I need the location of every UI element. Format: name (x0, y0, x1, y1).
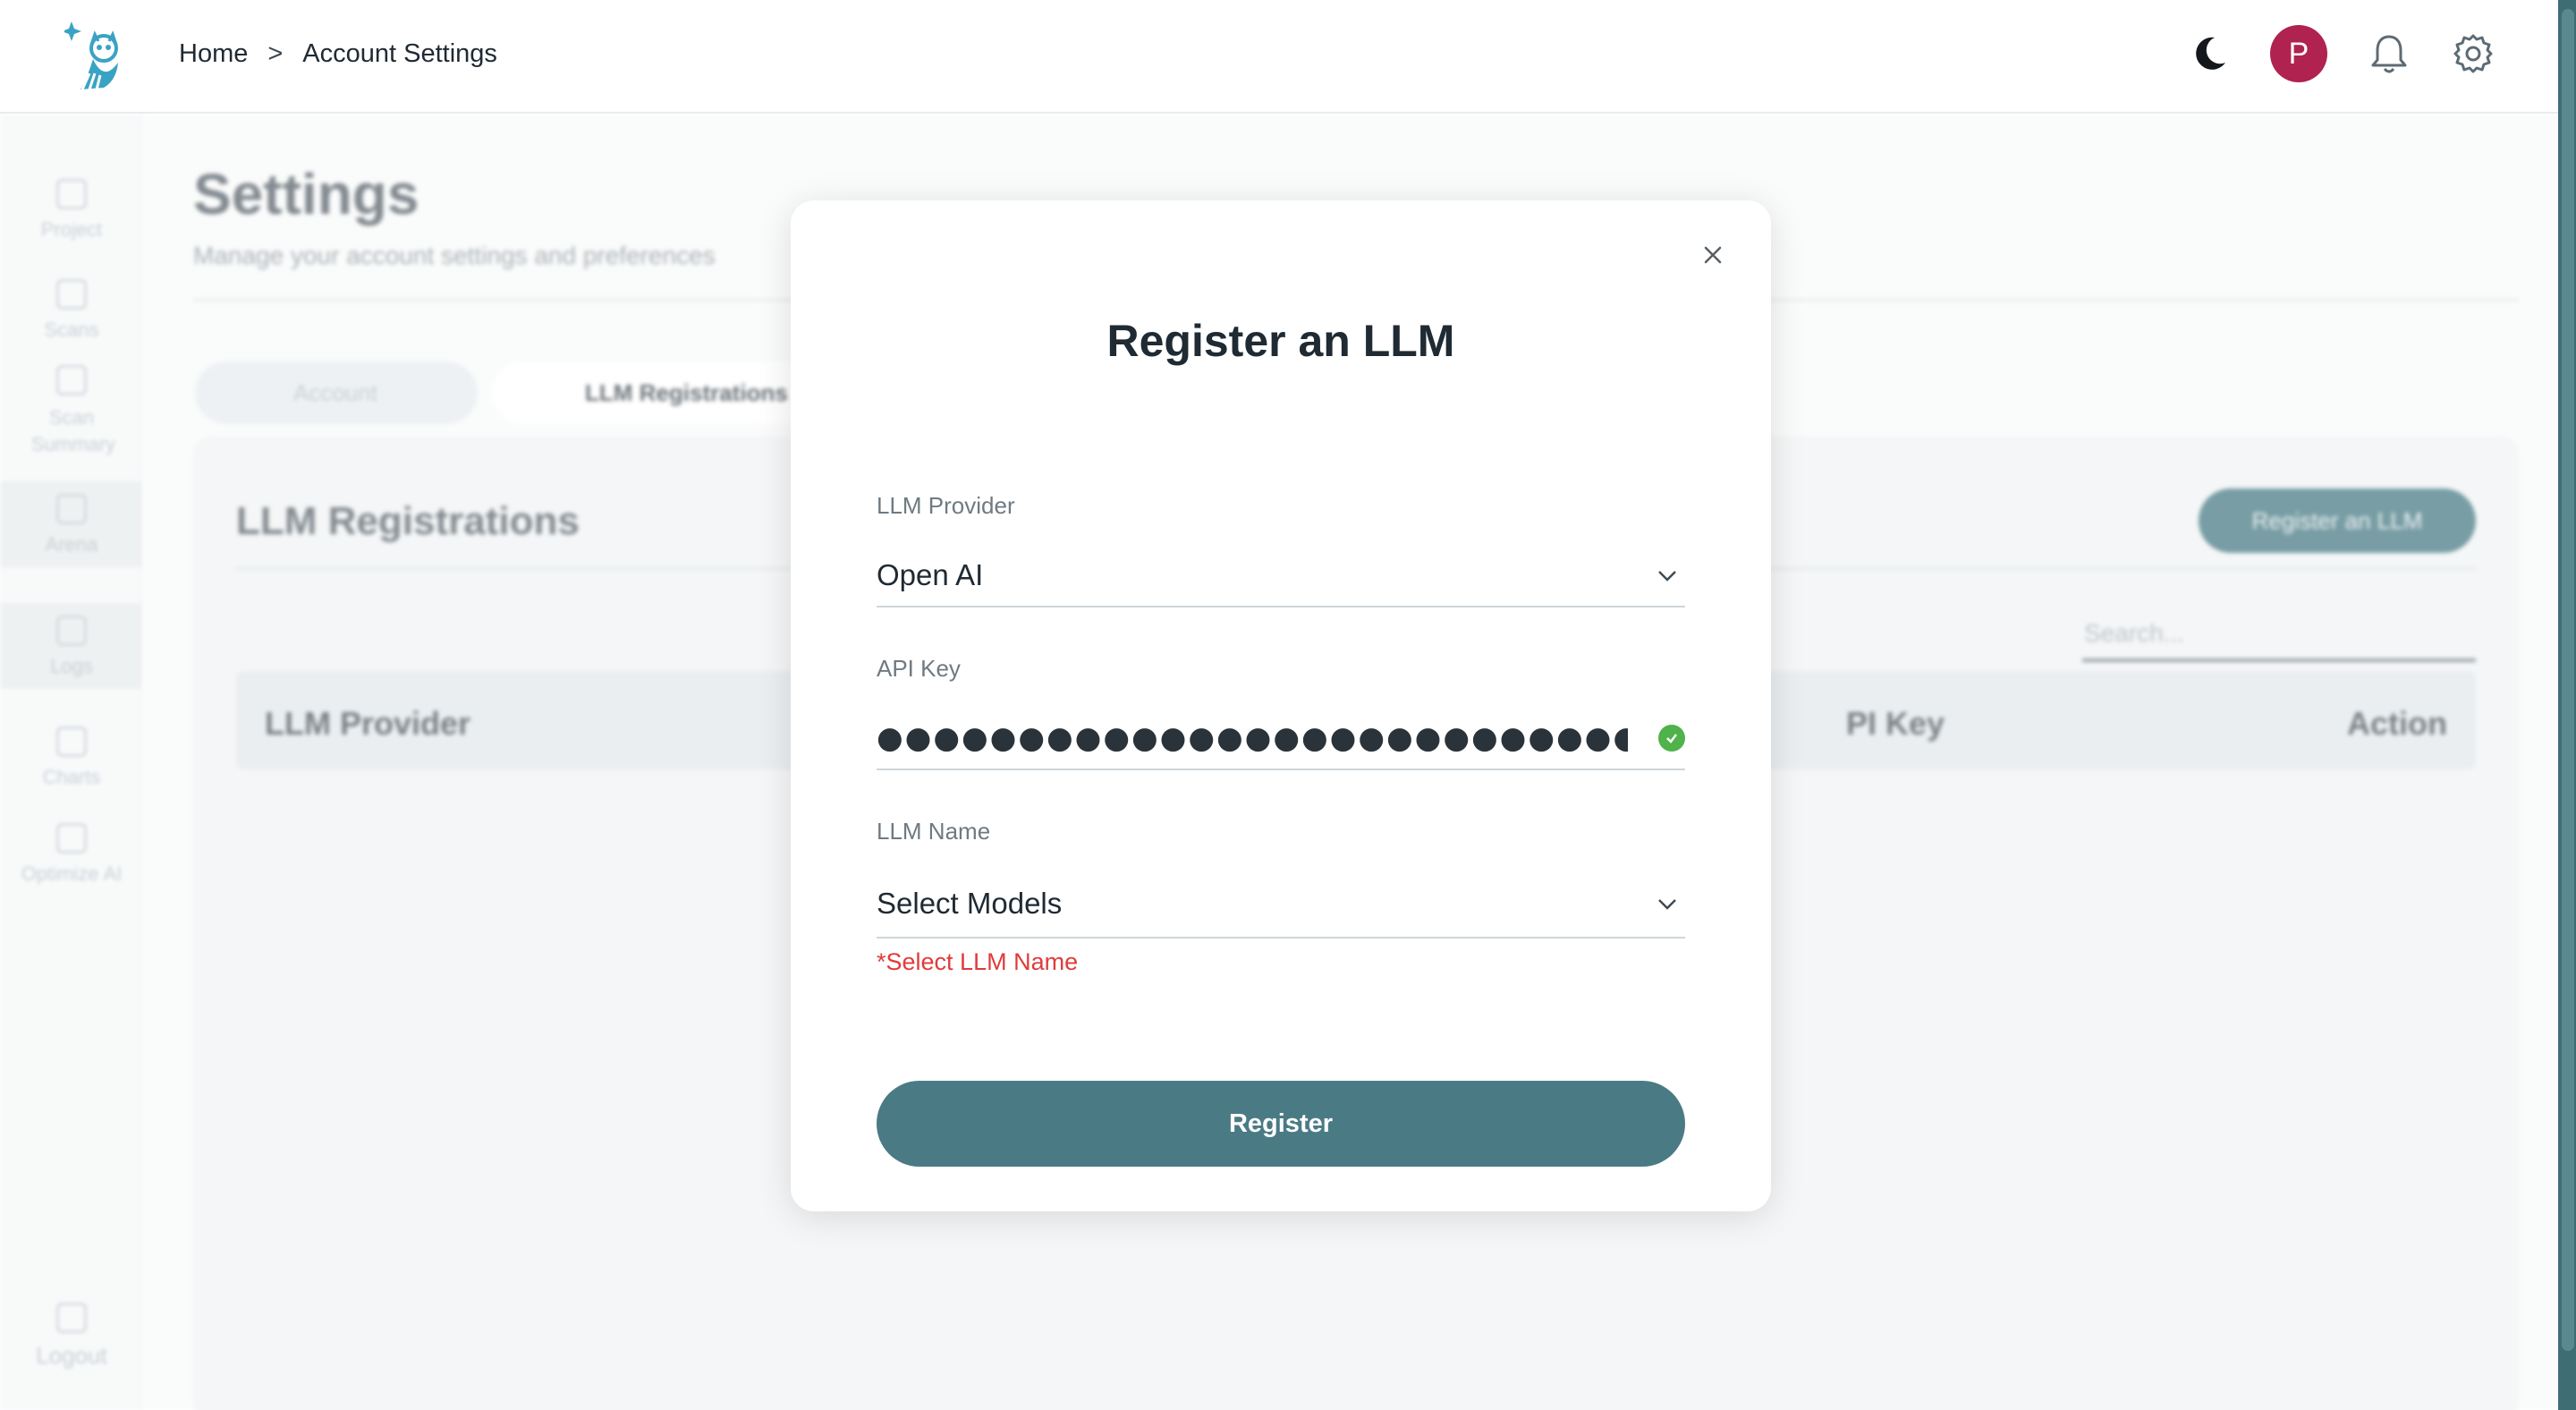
header-actions: P (2188, 25, 2496, 82)
chevron-down-icon (1658, 571, 1676, 582)
breadcrumb-separator: > (267, 39, 284, 68)
llm-provider-label: LLM Provider (877, 492, 1015, 519)
api-key-input[interactable]: ●●●●●●●●●●●●●●●●●●●●●●●●●●●●●●●●●●●●●●●●… (877, 708, 1685, 770)
llm-name-field: LLM Name Select Models (877, 818, 1685, 939)
llm-provider-value: Open AI (877, 558, 984, 591)
owl-logo-icon[interactable] (64, 18, 122, 93)
breadcrumb: Home > Account Settings (179, 39, 497, 69)
register-button[interactable]: Register (877, 1081, 1685, 1167)
llm-name-value: Select Models (877, 887, 1063, 920)
llm-name-error: *Select LLM Name (877, 948, 1079, 975)
breadcrumb-home[interactable]: Home (179, 39, 248, 69)
top-bar: Home > Account Settings P (0, 0, 2576, 114)
api-key-field: API Key ●●●●●●●●●●●●●●●●●●●●●●●●●●●●●●●●… (877, 655, 1685, 770)
scrollbar[interactable] (2558, 0, 2576, 1410)
bell-icon[interactable] (2367, 31, 2411, 76)
chevron-down-icon (1658, 899, 1676, 910)
api-key-label: API Key (877, 655, 961, 682)
llm-provider-field: LLM Provider Open AI (877, 492, 1685, 607)
moon-icon[interactable] (2188, 32, 2231, 75)
breadcrumb-current: Account Settings (302, 39, 497, 68)
close-icon[interactable] (1699, 242, 1726, 268)
check-circle-icon (1658, 725, 1685, 752)
llm-name-label: LLM Name (877, 818, 991, 845)
modal-title: Register an LLM (1106, 316, 1455, 366)
llm-name-select[interactable]: Select Models (877, 871, 1685, 939)
llm-provider-select[interactable]: Open AI (877, 545, 1685, 607)
api-key-value: ●●●●●●●●●●●●●●●●●●●●●●●●●●●●●●●●●●●●●●●●… (877, 720, 1628, 756)
register-llm-modal: Register an LLM LLM Provider Open AI API… (791, 200, 1771, 1211)
gear-icon[interactable] (2451, 31, 2496, 76)
avatar[interactable]: P (2270, 25, 2327, 82)
scrollbar-thumb[interactable] (2562, 9, 2574, 1351)
